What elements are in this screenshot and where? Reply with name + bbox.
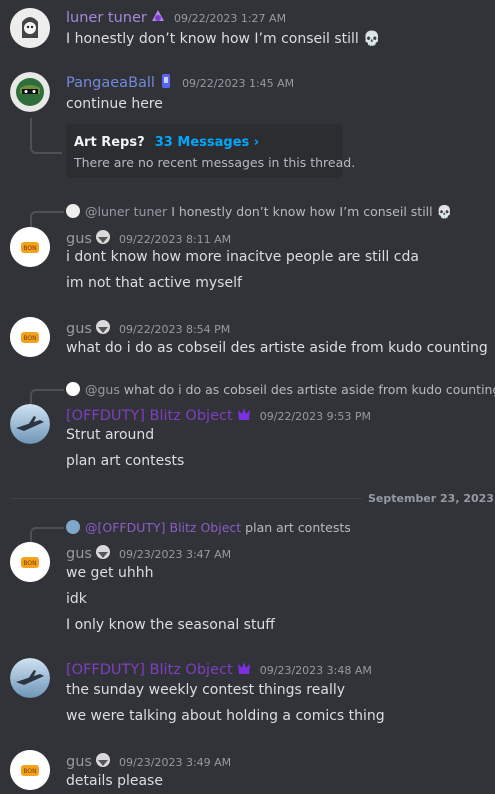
- timestamp: 09/22/2023 8:54 PM: [119, 323, 231, 336]
- timestamp: 09/22/2023 1:27 AM: [173, 12, 287, 25]
- message-text: im not that active myself: [66, 275, 242, 291]
- date-divider-line: [10, 498, 362, 499]
- message-header: PangaeaBall 09/22/2023 1:45 AM: [66, 72, 294, 91]
- reply-preview[interactable]: @[OFFDUTY] Blitz Object plan art contest…: [66, 520, 351, 535]
- timestamp: 09/23/2023 3:48 AM: [259, 664, 372, 677]
- username[interactable]: [OFFDUTY] Blitz Object: [66, 408, 233, 424]
- avatar-gus[interactable]: BON: [10, 317, 50, 357]
- message-text: idk: [66, 591, 87, 607]
- username[interactable]: gus: [66, 754, 92, 770]
- message-text: details please: [66, 773, 163, 789]
- svg-text:BON: BON: [23, 560, 36, 567]
- thread-preview: There are no recent messages in this thr…: [74, 155, 356, 170]
- message-text: we get uhhh: [66, 565, 154, 581]
- reply-author[interactable]: @[OFFDUTY] Blitz Object: [85, 520, 241, 535]
- message-text: what do i do as cobseil des artiste asid…: [66, 340, 488, 356]
- timestamp: 09/23/2023 3:47 AM: [119, 548, 232, 561]
- reply-text: plan art contests: [245, 520, 351, 535]
- reply-preview[interactable]: @luner tuner I honestly don’t know how I…: [66, 204, 452, 220]
- message-text: Strut around: [66, 427, 155, 443]
- avatar-blitz-object[interactable]: [10, 658, 50, 698]
- reply-avatar: [66, 520, 80, 534]
- reply-text: I honestly don’t know how I’m conseil st…: [171, 204, 453, 219]
- message-text: continue here: [66, 96, 163, 112]
- reply-preview[interactable]: @gus what do i do as cobseil des artiste…: [66, 382, 495, 397]
- role-badge-icon: [94, 318, 112, 336]
- role-badge-icon: [235, 405, 253, 423]
- avatar-blitz-object[interactable]: [10, 404, 50, 444]
- reply-connector: [30, 389, 64, 405]
- reply-author[interactable]: @luner tuner: [85, 204, 167, 219]
- thread-message-count[interactable]: 33 Messages ›: [155, 135, 259, 150]
- reply-avatar: [66, 204, 80, 218]
- reply-text: what do i do as cobseil des artiste asid…: [123, 382, 495, 397]
- message-header: gus 09/23/2023 3:49 AM: [66, 751, 231, 770]
- timestamp: 09/22/2023 8:11 AM: [119, 233, 232, 246]
- message-header: gus 09/23/2023 3:47 AM: [66, 543, 231, 562]
- message-text: the sunday weekly contest things really: [66, 682, 346, 698]
- svg-text:BON: BON: [23, 245, 36, 252]
- message-text: i dont know how more inacitve people are…: [66, 249, 419, 265]
- message-header: luner tuner 09/22/2023 1:27 AM: [66, 7, 286, 26]
- role-badge-icon: [94, 751, 112, 769]
- message-text: I honestly don’t know how I’m conseil st…: [66, 31, 381, 47]
- username[interactable]: luner tuner: [66, 10, 147, 26]
- avatar-pangaeaball[interactable]: [10, 72, 50, 112]
- role-badge-icon: [157, 72, 175, 90]
- date-divider: September 23, 2023: [368, 492, 494, 505]
- reply-avatar: [66, 382, 80, 396]
- role-badge-icon: [94, 228, 112, 246]
- username[interactable]: gus: [66, 321, 92, 337]
- username[interactable]: [OFFDUTY] Blitz Object: [66, 662, 233, 678]
- role-badge-icon: [94, 543, 112, 561]
- avatar-gus[interactable]: BON: [10, 227, 50, 267]
- reply-connector: [30, 527, 64, 543]
- role-badge-icon: [149, 7, 167, 25]
- thread-card[interactable]: Art Reps? 33 Messages › There are no rec…: [66, 124, 355, 178]
- message-header: [OFFDUTY] Blitz Object 09/22/2023 9:53 P…: [66, 405, 371, 424]
- svg-text:BON: BON: [23, 768, 36, 775]
- message-text: we were talking about holding a comics t…: [66, 708, 385, 724]
- role-badge-icon: [235, 659, 253, 677]
- reply-connector: [30, 211, 64, 227]
- thread-title[interactable]: Art Reps?: [74, 135, 145, 150]
- username[interactable]: PangaeaBall: [66, 75, 155, 91]
- username[interactable]: gus: [66, 546, 92, 562]
- message-header: gus 09/22/2023 8:54 PM: [66, 318, 230, 337]
- timestamp: 09/22/2023 1:45 AM: [182, 77, 295, 90]
- message-text: I only know the seasonal stuff: [66, 617, 275, 633]
- message-text: plan art contests: [66, 453, 185, 469]
- username[interactable]: gus: [66, 231, 92, 247]
- thread-connector: [30, 118, 62, 154]
- timestamp: 09/23/2023 3:49 AM: [119, 756, 232, 769]
- thread-title-row: Art Reps? 33 Messages ›: [74, 135, 259, 150]
- message-header: gus 09/22/2023 8:11 AM: [66, 228, 231, 247]
- avatar-luner-tuner[interactable]: [10, 8, 50, 48]
- timestamp: 09/22/2023 9:53 PM: [259, 410, 371, 423]
- avatar-gus[interactable]: BON: [10, 750, 50, 790]
- avatar-gus[interactable]: BON: [10, 542, 50, 582]
- svg-text:BON: BON: [23, 335, 36, 342]
- message-header: [OFFDUTY] Blitz Object 09/23/2023 3:48 A…: [66, 659, 372, 678]
- reply-author[interactable]: @gus: [85, 382, 120, 397]
